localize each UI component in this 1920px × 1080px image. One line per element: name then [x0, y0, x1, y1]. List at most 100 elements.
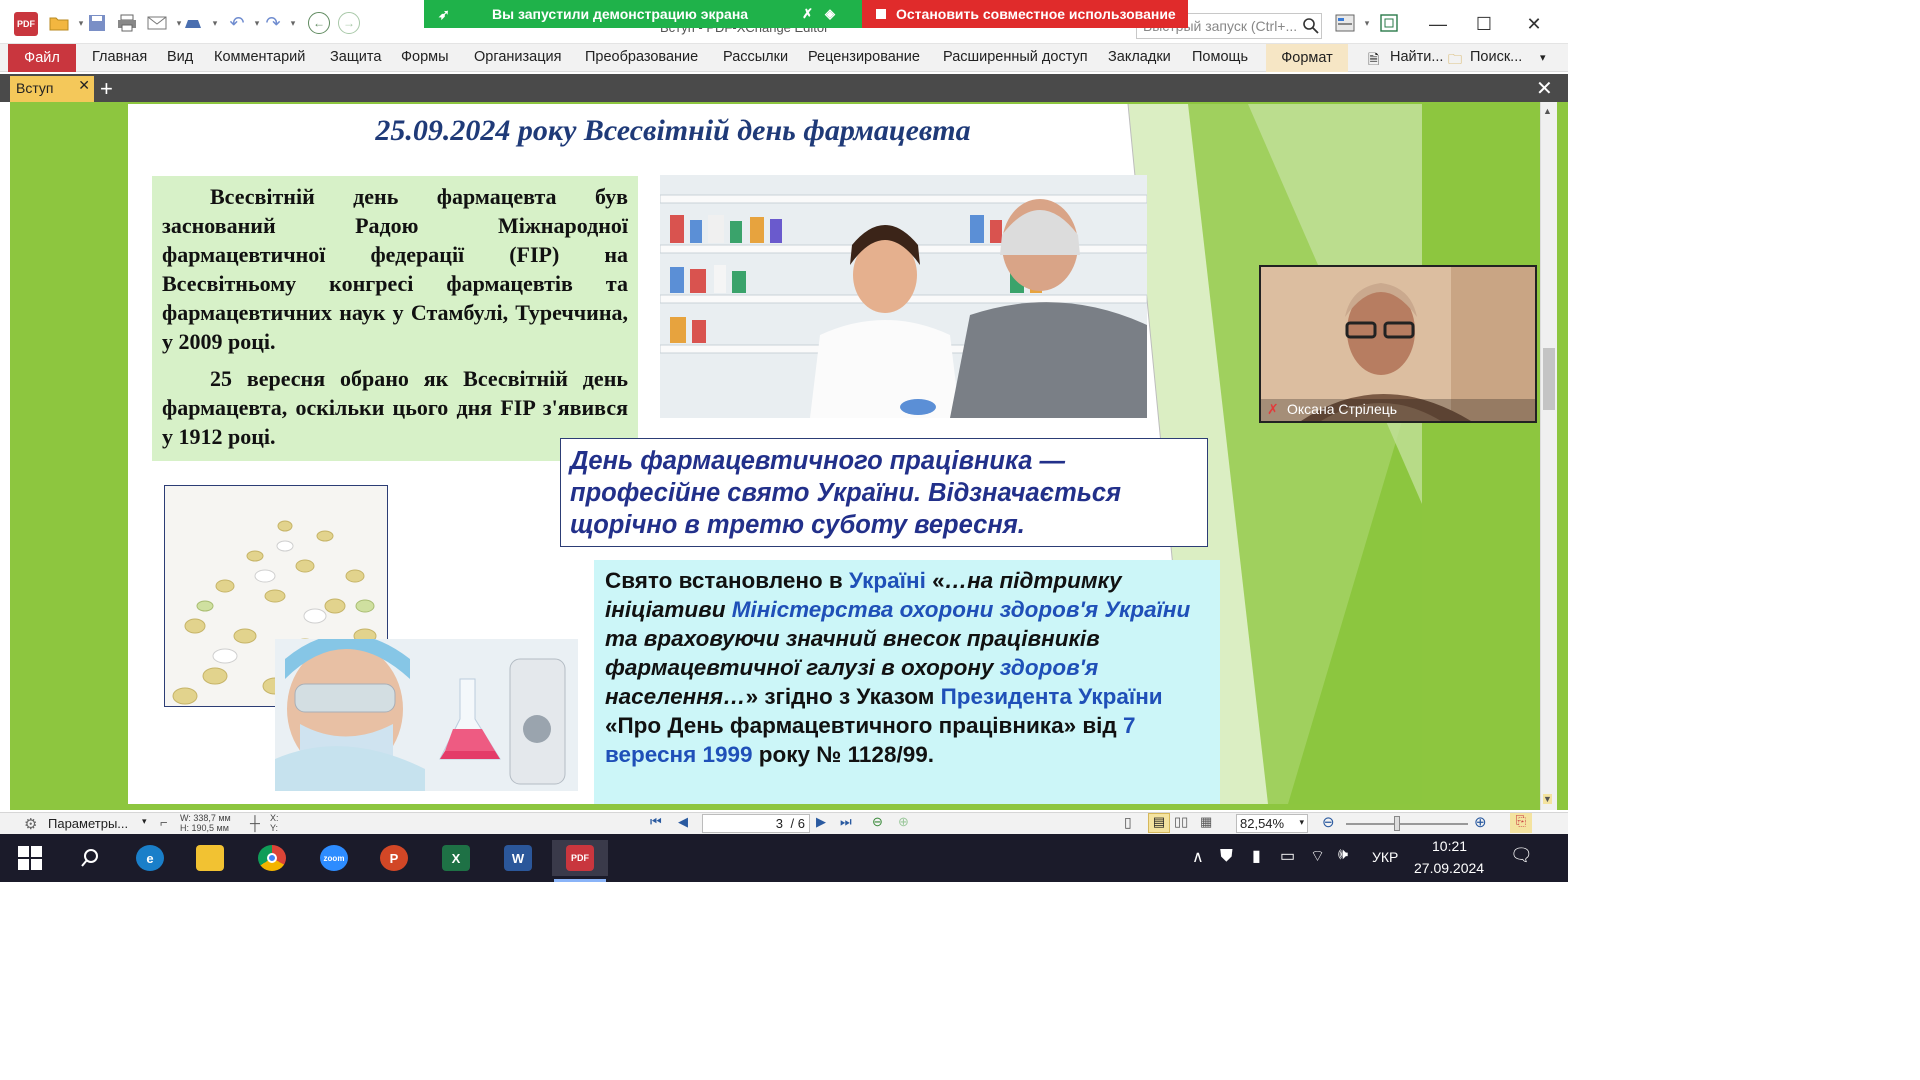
taskbar-word[interactable]: W [496, 840, 540, 876]
menu-protect[interactable]: Защита [330, 49, 381, 65]
next-page-icon[interactable]: ▶ [816, 814, 826, 830]
menu-convert[interactable]: Преобразование [585, 49, 698, 65]
zoom-slider[interactable] [1346, 823, 1468, 825]
language-indicator[interactable]: УКР [1372, 849, 1398, 865]
menu-format[interactable]: Формат [1266, 44, 1348, 72]
cursor-x: X: [270, 813, 279, 823]
taskbar-edge[interactable]: e [128, 840, 172, 876]
scanner-dropdown-icon[interactable]: ▾ [204, 12, 226, 34]
back-icon[interactable]: ← [308, 12, 330, 34]
ministry-link[interactable]: Міністерства охорони здоров'я України [732, 597, 1191, 622]
scroll-up-icon[interactable]: ▲ [1543, 106, 1552, 116]
scroll-down-icon[interactable]: ▼ [1543, 794, 1552, 804]
ribbon-expand-icon[interactable]: ▾ [1540, 51, 1546, 64]
battery-icon[interactable]: ▭ [1280, 846, 1295, 866]
open-folder-icon[interactable] [48, 12, 70, 34]
search-icon[interactable] [1300, 15, 1322, 37]
zoom-dropdown-icon[interactable]: ▾ [1299, 817, 1304, 828]
search-button[interactable]: Поиск... [1470, 49, 1522, 65]
find-button[interactable]: Найти... [1390, 49, 1443, 65]
menu-view[interactable]: Вид [167, 49, 193, 65]
mic-muted-icon[interactable]: ✗ [802, 6, 813, 22]
ui-options-icon[interactable] [1334, 12, 1356, 34]
continuous-page-icon[interactable]: ▤ [1148, 813, 1170, 833]
tab-close-icon[interactable]: ✕ [78, 77, 90, 94]
prev-view-icon[interactable]: ⊖ [872, 814, 883, 830]
menu-bookmarks[interactable]: Закладки [1108, 49, 1171, 65]
search-button[interactable] [68, 840, 112, 876]
taskbar-chrome[interactable] [250, 840, 294, 876]
taskbar-zoom[interactable]: zoom [312, 840, 356, 876]
zoom-in-icon[interactable]: ⊕ [1474, 813, 1487, 831]
menu-advanced-sharing[interactable]: Расширенный доступ [943, 49, 1088, 65]
taskbar-excel[interactable]: X [434, 840, 478, 876]
scanner-icon[interactable] [182, 12, 204, 34]
slide-title: 25.09.2024 року Всесвітній день фармацев… [375, 114, 971, 147]
taskbar-pdf-xchange[interactable]: PDF [552, 840, 608, 876]
params-dropdown-icon[interactable]: ▾ [142, 816, 147, 827]
last-page-icon[interactable]: ⏭ [840, 814, 852, 830]
menu-home[interactable]: Главная [92, 49, 147, 65]
first-page-icon[interactable]: ⏮ [650, 814, 662, 830]
zoom-slider-thumb[interactable] [1394, 816, 1400, 831]
webcam-video[interactable]: ✗ Оксана Стрілець [1259, 265, 1537, 423]
close-tab-bar-icon[interactable]: ✕ [1536, 76, 1553, 101]
tab-vstup[interactable]: Вступ ✕ [10, 76, 94, 102]
search-folder-icon[interactable]: 🗀 [1448, 49, 1462, 73]
minimize-icon[interactable]: — [1426, 12, 1450, 36]
ui-options-dropdown-icon[interactable]: ▾ [1356, 12, 1378, 34]
close-window-icon[interactable]: ✕ [1522, 12, 1546, 36]
taskbar-explorer[interactable] [188, 840, 232, 876]
scroll-thumb[interactable] [1543, 348, 1555, 410]
usb-icon[interactable]: ▮ [1252, 846, 1261, 866]
page-number-input[interactable]: 3 / 6 [702, 814, 810, 833]
stop-share-button[interactable]: Остановить совместное использование [862, 0, 1188, 28]
president-link[interactable]: Президента України [941, 684, 1163, 709]
redo-dropdown-icon[interactable]: ▾ [282, 12, 304, 34]
pdf-tool-icon[interactable]: ⎘ [1510, 813, 1532, 833]
redo-icon[interactable]: ↷ [262, 12, 284, 34]
params-button[interactable]: Параметры... [48, 816, 128, 831]
notifications-icon[interactable]: 🗨 [1510, 845, 1533, 866]
wifi-icon[interactable]: ⌔ [1310, 846, 1325, 866]
save-icon[interactable] [86, 12, 108, 34]
gear-icon[interactable]: ⚙ [24, 815, 37, 833]
prev-page-icon[interactable]: ◀ [678, 814, 688, 830]
menu-comment[interactable]: Комментарий [214, 49, 305, 65]
single-page-icon[interactable]: ▯ [1124, 814, 1132, 831]
decree-quote: населення… [605, 684, 746, 709]
zoom-out-icon[interactable]: ⊖ [1322, 813, 1335, 831]
continuous-facing-icon[interactable]: ▦ [1200, 814, 1212, 830]
menu-organize[interactable]: Организация [474, 49, 561, 65]
vertical-scrollbar[interactable]: ▲ ▼ [1540, 102, 1557, 810]
taskbar-powerpoint[interactable]: P [372, 840, 416, 876]
health-link[interactable]: здоров'я [1000, 655, 1099, 680]
stop-icon [876, 9, 886, 19]
start-button[interactable] [8, 840, 52, 876]
security-icon[interactable]: ⛊ [1220, 846, 1233, 866]
maximize-icon[interactable]: ☐ [1472, 12, 1496, 36]
decree-info-box: Свято встановлено в Україні «…на підтрим… [594, 560, 1220, 804]
undo-icon[interactable]: ↶ [226, 12, 248, 34]
menu-help[interactable]: Помощь [1192, 49, 1248, 65]
print-icon[interactable] [116, 12, 138, 34]
zoom-select[interactable]: 82,54% ▾ [1236, 814, 1308, 833]
fullscreen-icon[interactable] [1378, 12, 1400, 34]
decree-text: Свято встановлено в [605, 568, 849, 593]
tray-expand-icon[interactable]: ∧ [1192, 847, 1204, 867]
volume-icon[interactable]: 🕪 [1338, 846, 1348, 864]
ukraine-link[interactable]: Україні [849, 568, 926, 593]
forward-icon[interactable]: → [338, 12, 360, 34]
clock-date[interactable]: 27.09.2024 [1414, 860, 1484, 876]
menu-file[interactable]: Файл [8, 44, 76, 72]
find-icon[interactable]: 🗎 [1368, 49, 1379, 73]
edge-icon: e [136, 845, 164, 871]
menu-review[interactable]: Рецензирование [808, 49, 920, 65]
menu-mailings[interactable]: Рассылки [723, 49, 788, 65]
email-icon[interactable] [146, 12, 168, 34]
new-tab-icon[interactable]: + [100, 76, 113, 102]
clock-time[interactable]: 10:21 [1432, 838, 1467, 854]
next-view-icon[interactable]: ⊕ [898, 814, 909, 830]
facing-pages-icon[interactable]: ▯▯ [1174, 814, 1188, 830]
menu-forms[interactable]: Формы [401, 49, 449, 65]
